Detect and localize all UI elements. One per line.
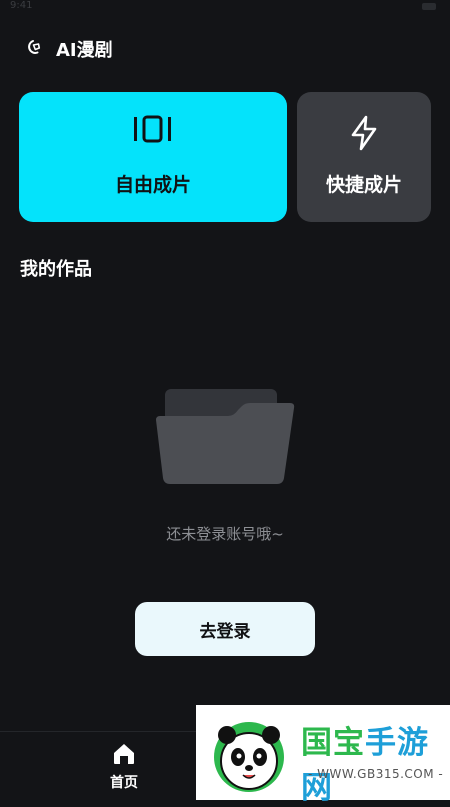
app-logo-icon <box>28 40 41 54</box>
watermark-url: - WWW.GB315.COM - <box>308 767 444 781</box>
tab-home[interactable]: 首页 <box>94 732 154 801</box>
status-time: 9:41 <box>10 0 33 11</box>
panda-logo-icon <box>214 722 284 792</box>
app-title: AI漫剧 <box>56 40 113 61</box>
watermark-title: 国宝手游网 <box>301 717 450 807</box>
empty-state-text: 还未登录账号哦~ <box>166 525 284 543</box>
watermark-title-part1: 国宝 <box>301 725 365 761</box>
quick-create-label: 快捷成片 <box>325 174 402 196</box>
quick-create-card[interactable]: 快捷成片 <box>297 92 431 222</box>
free-create-card[interactable]: 自由成片 <box>19 92 287 222</box>
home-icon <box>114 744 134 764</box>
battery-icon <box>422 3 436 10</box>
lightning-icon <box>351 115 377 151</box>
app-header: AI漫剧 <box>0 28 450 66</box>
status-bar: 9:41 <box>0 0 450 14</box>
watermark-badge: 国宝手游网 - WWW.GB315.COM - <box>196 705 450 806</box>
free-create-label: 自由成片 <box>114 174 191 196</box>
tab-home-label: 首页 <box>110 775 138 791</box>
folder-icon <box>156 389 295 484</box>
login-button[interactable]: 去登录 <box>135 602 315 656</box>
my-works-title: 我的作品 <box>20 259 92 280</box>
film-frames-icon <box>134 115 171 143</box>
